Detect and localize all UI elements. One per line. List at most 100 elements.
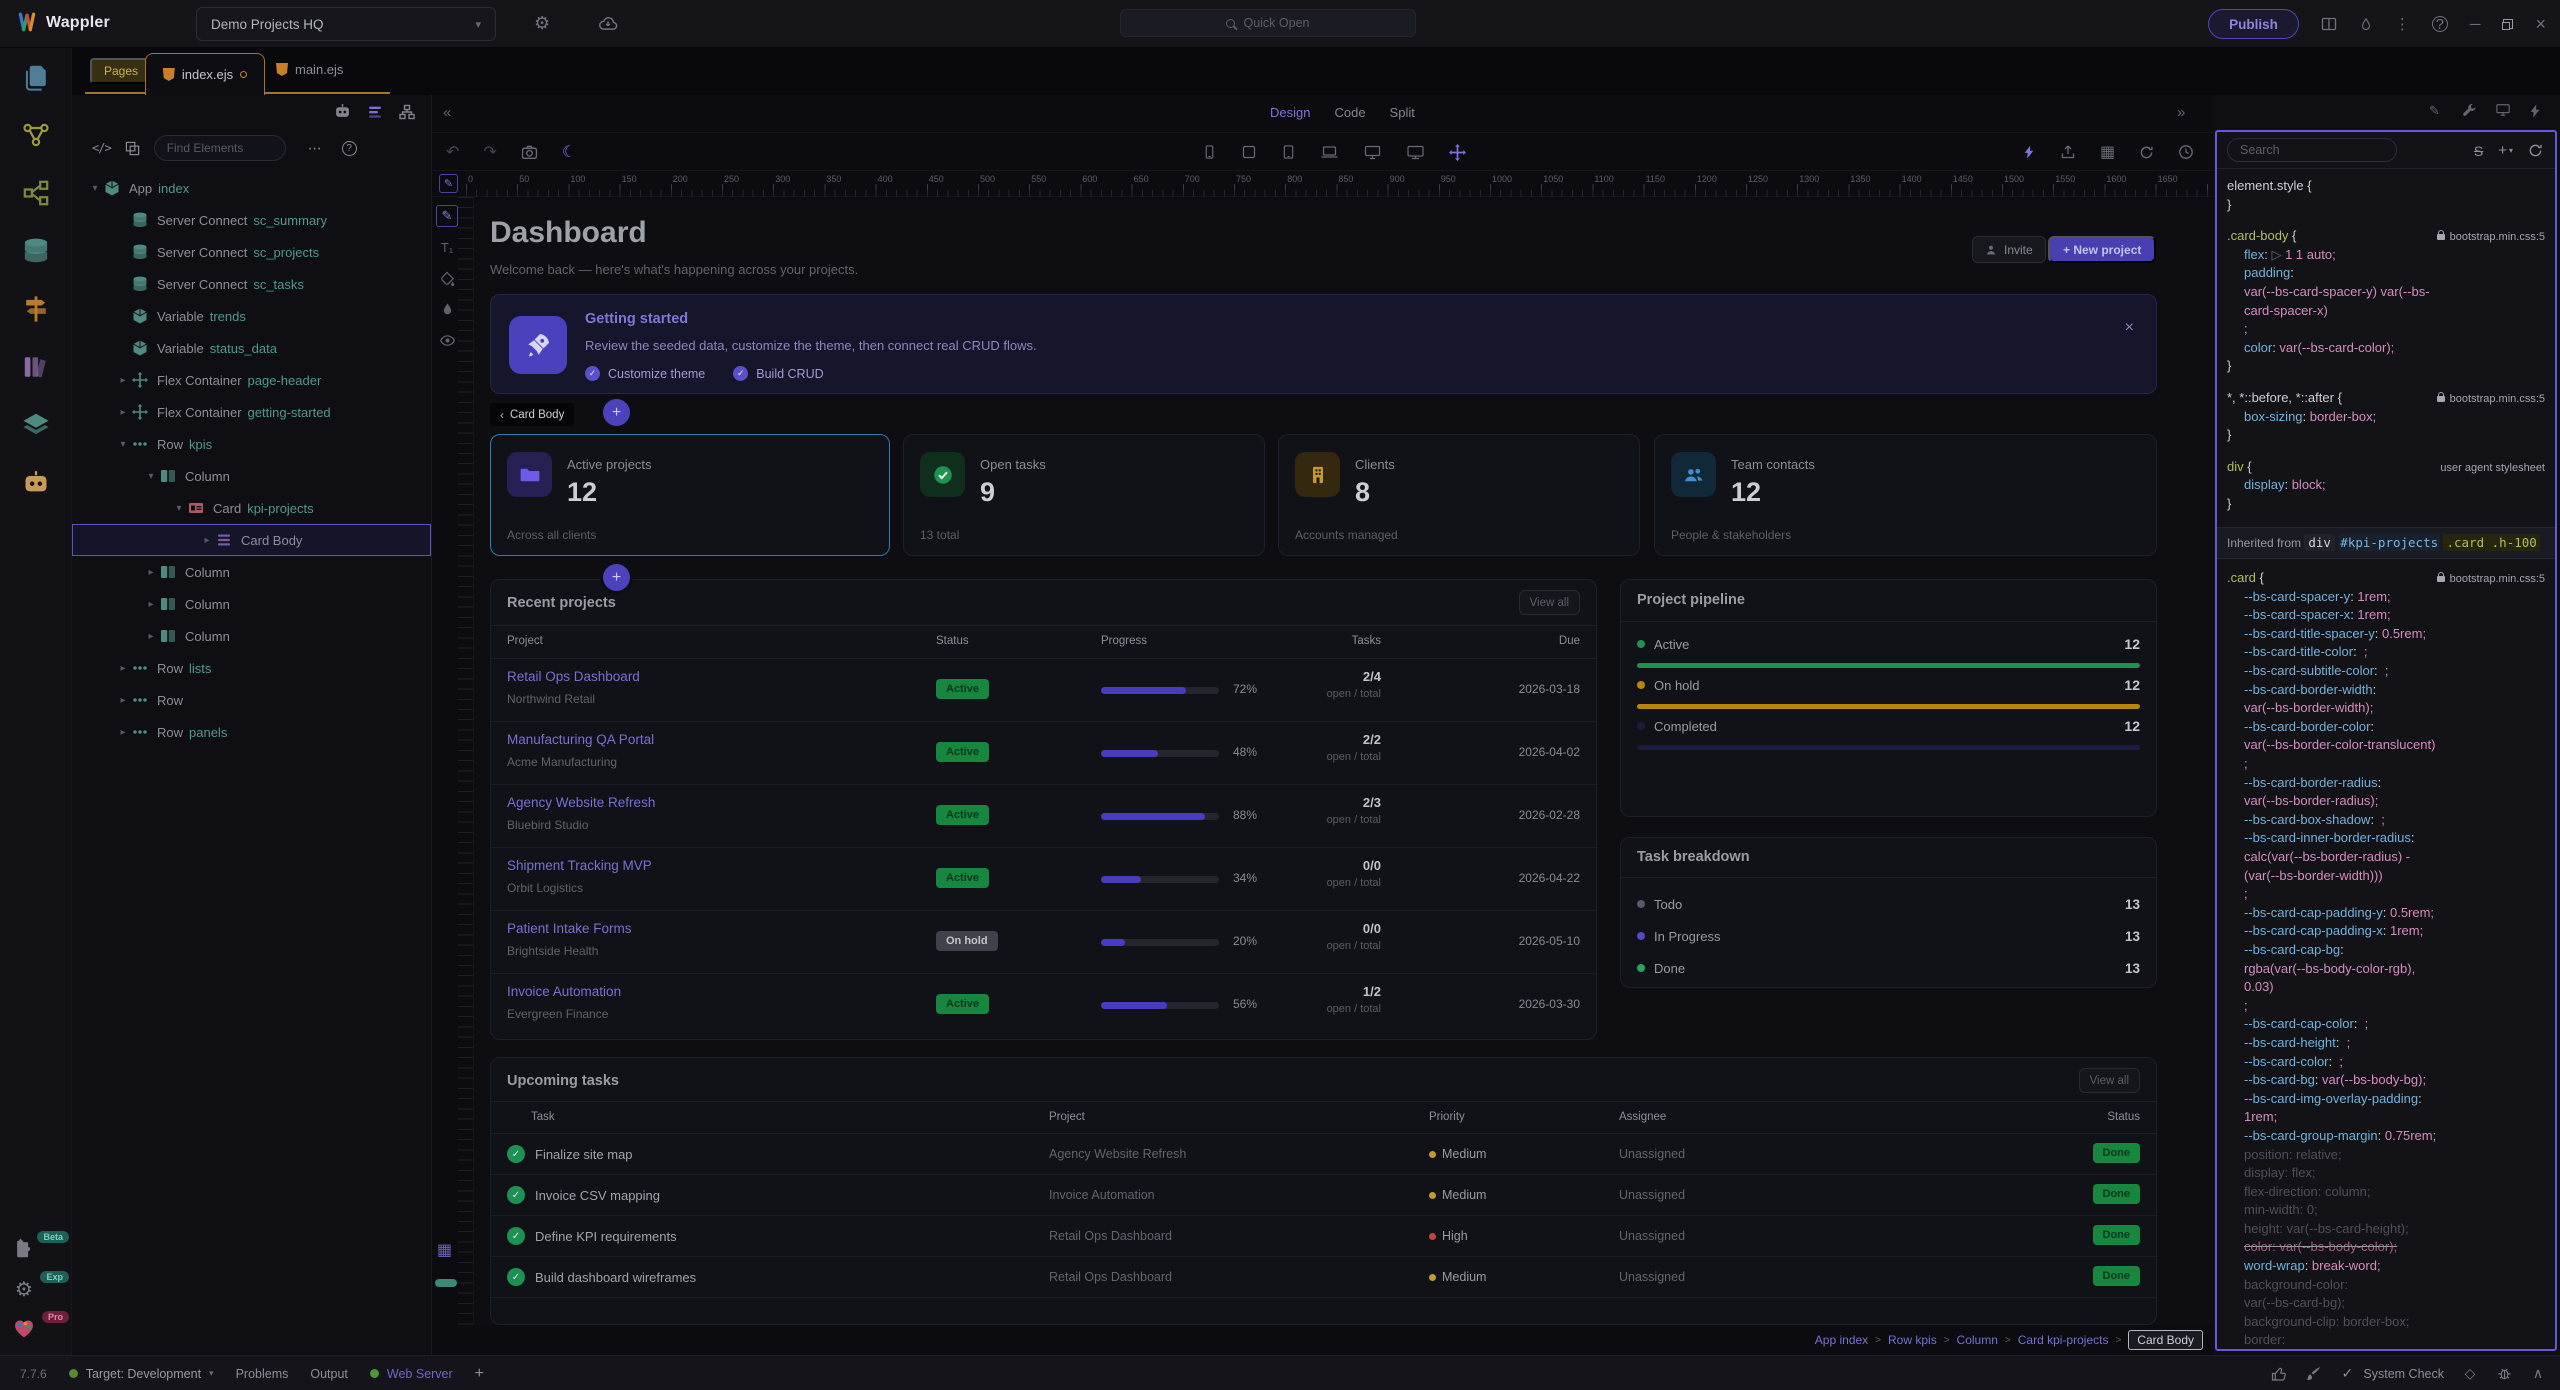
layout-split-icon[interactable] — [2321, 16, 2337, 32]
move-icon[interactable] — [1449, 144, 1466, 161]
publish-button[interactable]: Publish — [2208, 9, 2299, 39]
tree-chevron-icon[interactable]: ▸ — [114, 375, 132, 386]
tree-item[interactable]: ▸Row — [72, 684, 431, 716]
pages-button[interactable]: Pages — [90, 58, 152, 84]
invite-button[interactable]: Invite — [1972, 236, 2046, 263]
project-selector[interactable]: Demo Projects HQ ▾ — [196, 7, 496, 41]
help-icon[interactable]: ? — [2432, 16, 2448, 32]
tab-code[interactable]: Code — [1334, 105, 1365, 120]
css-source-link[interactable]: user agent stylesheet — [2440, 459, 2545, 478]
css-source-link[interactable]: bootstrap.min.css:5 — [2437, 228, 2545, 247]
collapse-right-icon[interactable]: » — [2177, 104, 2185, 121]
breadcrumb-link[interactable]: App index — [1815, 1333, 1868, 1347]
dock-pages-icon[interactable] — [0, 48, 72, 106]
code-view-icon[interactable]: </> — [92, 141, 111, 155]
tree-item[interactable]: Server Connectsc_tasks — [72, 268, 431, 300]
pencil-icon[interactable]: ✎ — [436, 205, 458, 227]
feedback-thumb-icon[interactable] — [2271, 1366, 2287, 1382]
refresh-icon[interactable] — [2528, 143, 2543, 158]
tree-chevron-icon[interactable]: ▸ — [198, 535, 216, 546]
app-structure-icon[interactable] — [366, 103, 383, 120]
add-element-button[interactable]: + — [603, 399, 630, 426]
collapse-left-icon[interactable]: « — [443, 104, 451, 121]
kpi-card[interactable]: Active projects12Across all clients — [490, 434, 890, 556]
monitor-sm-icon[interactable] — [2495, 103, 2511, 119]
tree-chevron-icon[interactable]: ▾ — [170, 503, 188, 514]
css-search-input[interactable] — [2227, 138, 2397, 162]
cleanup-brush-icon[interactable] — [2305, 1366, 2321, 1382]
phone-icon[interactable] — [1202, 144, 1217, 160]
window-minimize-icon[interactable]: ─ — [2470, 16, 2481, 33]
laptop-icon[interactable] — [1320, 144, 1339, 160]
dock-gear-icon[interactable]: ⚙Exp — [0, 1269, 72, 1309]
components-icon[interactable] — [125, 141, 140, 156]
view-all-button[interactable]: View all — [1519, 590, 1580, 615]
dock-workflows-icon[interactable] — [0, 106, 72, 164]
breadcrumb-link[interactable]: Row kpis — [1888, 1333, 1937, 1347]
css-source-link[interactable]: bootstrap.min.css:5 — [2437, 570, 2545, 589]
tree-chevron-icon[interactable]: ▸ — [114, 407, 132, 418]
desktop-icon[interactable] — [1363, 144, 1382, 160]
theme-droplet-icon[interactable] — [2359, 17, 2373, 32]
eye-icon[interactable] — [436, 329, 458, 351]
find-elements-input[interactable] — [154, 135, 286, 161]
moon-icon[interactable]: ☾ — [562, 142, 576, 162]
kebab-menu-icon[interactable]: ⋮ — [2395, 15, 2410, 33]
add-panel-icon[interactable]: + — [475, 1365, 484, 1383]
tree-item[interactable]: ▸Rowpanels — [72, 716, 431, 748]
window-close-icon[interactable]: × — [2535, 14, 2546, 35]
tree-chevron-icon[interactable]: ▸ — [142, 567, 160, 578]
tree-item[interactable]: Variabletrends — [72, 300, 431, 332]
breadcrumb-link[interactable]: Column — [1957, 1333, 1998, 1347]
new-project-button[interactable]: + New project — [2048, 236, 2156, 263]
project-link[interactable]: Agency Website Refresh — [507, 795, 655, 810]
grid-icon[interactable]: ▦ — [2100, 142, 2115, 162]
tree-item[interactable]: Server Connectsc_projects — [72, 236, 431, 268]
debug-bug-icon[interactable] — [2496, 1366, 2512, 1382]
dock-assistant-icon[interactable] — [0, 454, 72, 512]
tree-item[interactable]: ▾Column — [72, 460, 431, 492]
project-link[interactable]: Retail Ops Dashboard — [507, 669, 640, 684]
dock-layers-icon[interactable] — [0, 396, 72, 454]
quick-open-bar[interactable]: Quick Open — [1120, 9, 1416, 37]
project-link[interactable]: Shipment Tracking MVP — [507, 858, 652, 873]
clock-icon[interactable] — [2178, 144, 2194, 160]
system-check-button[interactable]: ✓ System Check — [2339, 1366, 2444, 1382]
bolt-icon[interactable] — [2528, 103, 2544, 119]
tree-item[interactable]: ▸Flex Containerpage-header — [72, 364, 431, 396]
wrench-icon[interactable] — [2462, 103, 2478, 119]
tree-chevron-icon[interactable]: ▸ — [142, 631, 160, 642]
dock-heart-icon[interactable]: Pro — [0, 1309, 72, 1349]
ink-icon[interactable] — [436, 298, 458, 320]
eraser-icon[interactable]: ◇ — [2462, 1366, 2478, 1382]
more-options-icon[interactable]: ⋯ — [308, 140, 322, 157]
tablet-icon[interactable] — [1241, 144, 1257, 160]
output-button[interactable]: Output — [310, 1367, 348, 1381]
dock-connections-icon[interactable] — [0, 164, 72, 222]
cloud-download-icon[interactable] — [598, 15, 618, 31]
add-rule-icon[interactable]: +▾ — [2498, 142, 2513, 159]
kpi-card[interactable]: Open tasks913 total — [903, 434, 1265, 556]
export-icon[interactable] — [2060, 144, 2076, 160]
kpi-card[interactable]: Team contacts12People & stakeholders — [1654, 434, 2157, 556]
tree-item[interactable]: ▾Cardkpi-projects — [72, 492, 431, 524]
dock-routing-icon[interactable] — [0, 280, 72, 338]
close-icon[interactable]: × — [2125, 319, 2134, 337]
dock-library-icon[interactable] — [0, 338, 72, 396]
grid-toggle-icon[interactable]: ▦ — [437, 1240, 452, 1260]
project-link[interactable]: Manufacturing QA Portal — [507, 732, 654, 747]
help-icon[interactable]: ? — [342, 141, 357, 156]
sync-icon[interactable] — [2139, 145, 2154, 160]
breadcrumb-link[interactable]: Card kpi-projects — [2018, 1333, 2109, 1347]
selection-breadcrumb-chip[interactable]: ‹ Card Body — [490, 403, 574, 426]
project-link[interactable]: Patient Intake Forms — [507, 921, 632, 936]
target-selector[interactable]: Target: Development ▾ — [69, 1367, 214, 1381]
css-source-link[interactable]: bootstrap.min.css:5 — [2437, 390, 2545, 409]
redo-icon[interactable]: ↷ — [483, 142, 496, 162]
project-link[interactable]: Invoice Automation — [507, 984, 621, 999]
tab-design[interactable]: Design — [1270, 105, 1310, 120]
tree-chevron-icon[interactable]: ▸ — [114, 663, 132, 674]
view-all-button[interactable]: View all — [2079, 1068, 2140, 1093]
tree-item[interactable]: ▸Rowlists — [72, 652, 431, 684]
tree-item-selected[interactable]: ▸Card Body — [72, 524, 431, 556]
